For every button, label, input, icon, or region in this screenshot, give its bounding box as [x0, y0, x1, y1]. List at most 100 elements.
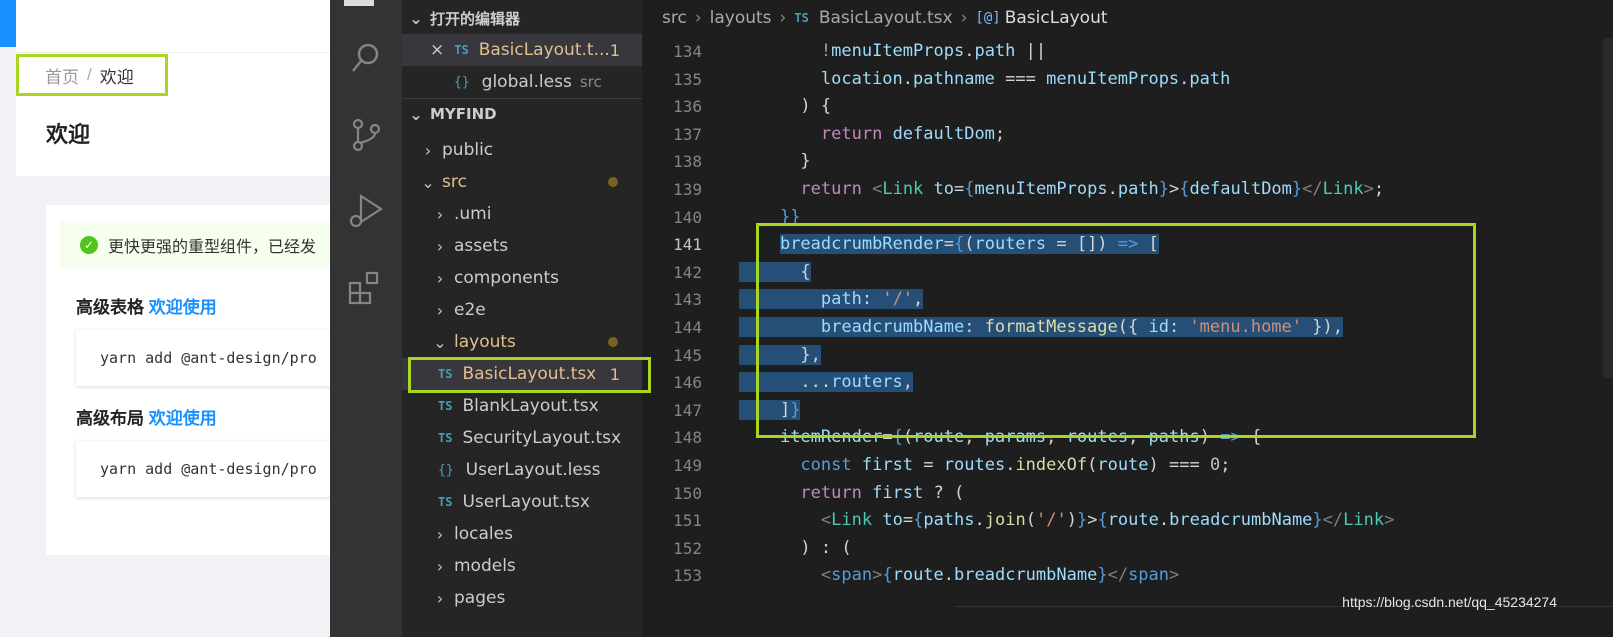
code-line: path: '/', — [739, 286, 1599, 314]
breadcrumb-current: 欢迎 — [99, 67, 134, 87]
minimap[interactable] — [1603, 38, 1613, 378]
tree-folder-layouts[interactable]: ⌄ layouts — [402, 326, 642, 358]
tree-file-basiclayout[interactable]: TS BasicLayout.tsx 1 — [402, 358, 642, 390]
folder-name: src — [442, 172, 467, 192]
chevron-right-icon: › — [779, 7, 787, 28]
welcome-link[interactable]: 欢迎使用 — [149, 298, 217, 317]
folder-name: components — [454, 268, 560, 288]
line-number-gutter: 134 135 136 137 138 139 140 141 142 143 … — [642, 38, 712, 590]
watermark: https://blog.csdn.net/qq_45234274 — [1342, 594, 1557, 610]
breadcrumb-folder[interactable]: src — [662, 8, 687, 28]
tree-file-userlayout[interactable]: TS UserLayout.tsx — [402, 486, 642, 518]
explorer-icon[interactable] — [344, 0, 374, 6]
typescript-icon: TS — [438, 495, 453, 509]
code-line: breadcrumbRender={(routers = []) => [ — [779, 234, 1159, 255]
section-title: 高级布局 — [76, 409, 144, 428]
breadcrumb-folder[interactable]: layouts — [710, 8, 772, 28]
code-line: ]} — [739, 399, 801, 420]
line-number: 146 — [673, 373, 702, 393]
tree-file-userlayout-less[interactable]: {} UserLayout.less — [402, 454, 642, 486]
tree-folder-components[interactable]: › components — [402, 262, 642, 294]
code-snippet: yarn add @ant-design/pro — [76, 441, 330, 497]
typescript-icon: TS — [454, 43, 469, 57]
code-line: itemRender={(route, params, routes, path… — [779, 427, 1262, 448]
chevron-right-icon: › — [424, 140, 432, 160]
check-circle-icon: ✓ — [80, 235, 98, 254]
tree-file-blanklayout[interactable]: TS BlankLayout.tsx — [402, 390, 642, 422]
line-number: 148 — [673, 428, 702, 448]
typescript-icon: TS — [438, 367, 453, 381]
less-file-icon: {} — [438, 462, 454, 478]
typescript-icon: TS — [438, 431, 453, 445]
chevron-right-icon: › — [436, 588, 444, 608]
line-number: 143 — [673, 290, 702, 310]
folder-hint: src — [579, 73, 602, 91]
explorer-sidebar: ⌄ 打开的编辑器 × TS BasicLayout.t... 1 {} glob… — [402, 0, 642, 637]
side-menu-edge — [0, 0, 16, 47]
open-editors-header[interactable]: ⌄ 打开的编辑器 — [402, 2, 642, 34]
section-label: 打开的编辑器 — [430, 9, 521, 28]
folder-name: pages — [454, 588, 506, 608]
line-number: 136 — [673, 97, 702, 117]
code-area[interactable]: !menuItemProps.path || location.pathname… — [739, 38, 1599, 590]
code-line: }} — [779, 206, 801, 227]
alert-text: 更快更强的重型组件，已经发 — [108, 238, 317, 256]
symbol-icon: [@] — [975, 9, 1001, 26]
code-editor[interactable]: src › layouts › TS BasicLayout.tsx › [@]… — [642, 0, 1613, 637]
tree-folder-locales[interactable]: › locales — [402, 518, 642, 550]
tree-file-securitylayout[interactable]: TS SecurityLayout.tsx — [402, 422, 642, 454]
run-debug-icon[interactable] — [344, 189, 388, 233]
search-icon[interactable] — [344, 36, 388, 80]
chevron-right-icon: › — [436, 268, 444, 288]
chevron-right-icon: › — [436, 204, 444, 224]
line-number: 141 — [673, 235, 702, 255]
line-number: 137 — [673, 124, 702, 144]
code-line: return <Link to={menuItemProps.path}>{de… — [800, 178, 1385, 199]
top-nav-bar — [16, 0, 330, 53]
tree-folder-public[interactable]: › public — [402, 134, 642, 166]
line-number: 150 — [673, 483, 702, 503]
chevron-down-icon: ⌄ — [421, 172, 435, 192]
chevron-right-icon: › — [960, 7, 968, 28]
tree-folder-e2e[interactable]: › e2e — [402, 294, 642, 326]
line-number: 144 — [673, 317, 702, 337]
line-number: 138 — [673, 152, 702, 172]
breadcrumb-file[interactable]: BasicLayout.tsx — [819, 8, 953, 28]
code-line: !menuItemProps.path || — [820, 41, 1047, 61]
source-control-icon[interactable] — [344, 113, 388, 157]
line-number: 139 — [673, 179, 702, 199]
modified-dot — [608, 337, 618, 347]
chevron-right-icon: › — [436, 300, 444, 320]
line-number: 149 — [673, 455, 702, 475]
open-editor-item[interactable]: {} global.less src — [402, 66, 642, 98]
folder-name: locales — [454, 524, 513, 544]
welcome-link[interactable]: 欢迎使用 — [149, 409, 217, 428]
code-line: ) : ( — [739, 537, 852, 558]
section-title: 高级表格 — [76, 298, 144, 317]
tree-folder-assets[interactable]: › assets — [402, 230, 642, 262]
code-line: { — [739, 261, 811, 282]
chevron-down-icon: ⌄ — [433, 332, 447, 352]
extensions-icon[interactable] — [344, 266, 388, 310]
line-number: 142 — [673, 262, 702, 282]
tree-folder-umi[interactable]: › .umi — [402, 198, 642, 230]
modified-dot — [608, 177, 618, 187]
folder-name: assets — [454, 236, 509, 256]
activity-bar — [330, 0, 402, 637]
file-name: global.less — [481, 72, 572, 92]
file-name: UserLayout.less — [465, 460, 601, 480]
bottom-panel-tabs — [954, 606, 1613, 637]
tree-folder-src[interactable]: ⌄ src — [402, 166, 642, 198]
problem-count-badge: 1 — [609, 364, 620, 384]
breadcrumb-symbol[interactable]: BasicLayout — [1005, 8, 1108, 28]
chevron-down-icon: ⌄ — [409, 8, 423, 28]
open-editor-item[interactable]: × TS BasicLayout.t... 1 — [402, 34, 642, 66]
tree-folder-pages[interactable]: › pages — [402, 582, 642, 614]
tree-folder-models[interactable]: › models — [402, 550, 642, 582]
breadcrumb-home-link[interactable]: 首页 — [45, 63, 79, 88]
workspace-header[interactable]: ⌄ MYFIND — [402, 98, 642, 130]
close-icon[interactable]: × — [430, 40, 444, 60]
folder-name: e2e — [454, 300, 486, 320]
code-line: }, — [739, 344, 821, 365]
code-line: ) { — [739, 96, 832, 117]
